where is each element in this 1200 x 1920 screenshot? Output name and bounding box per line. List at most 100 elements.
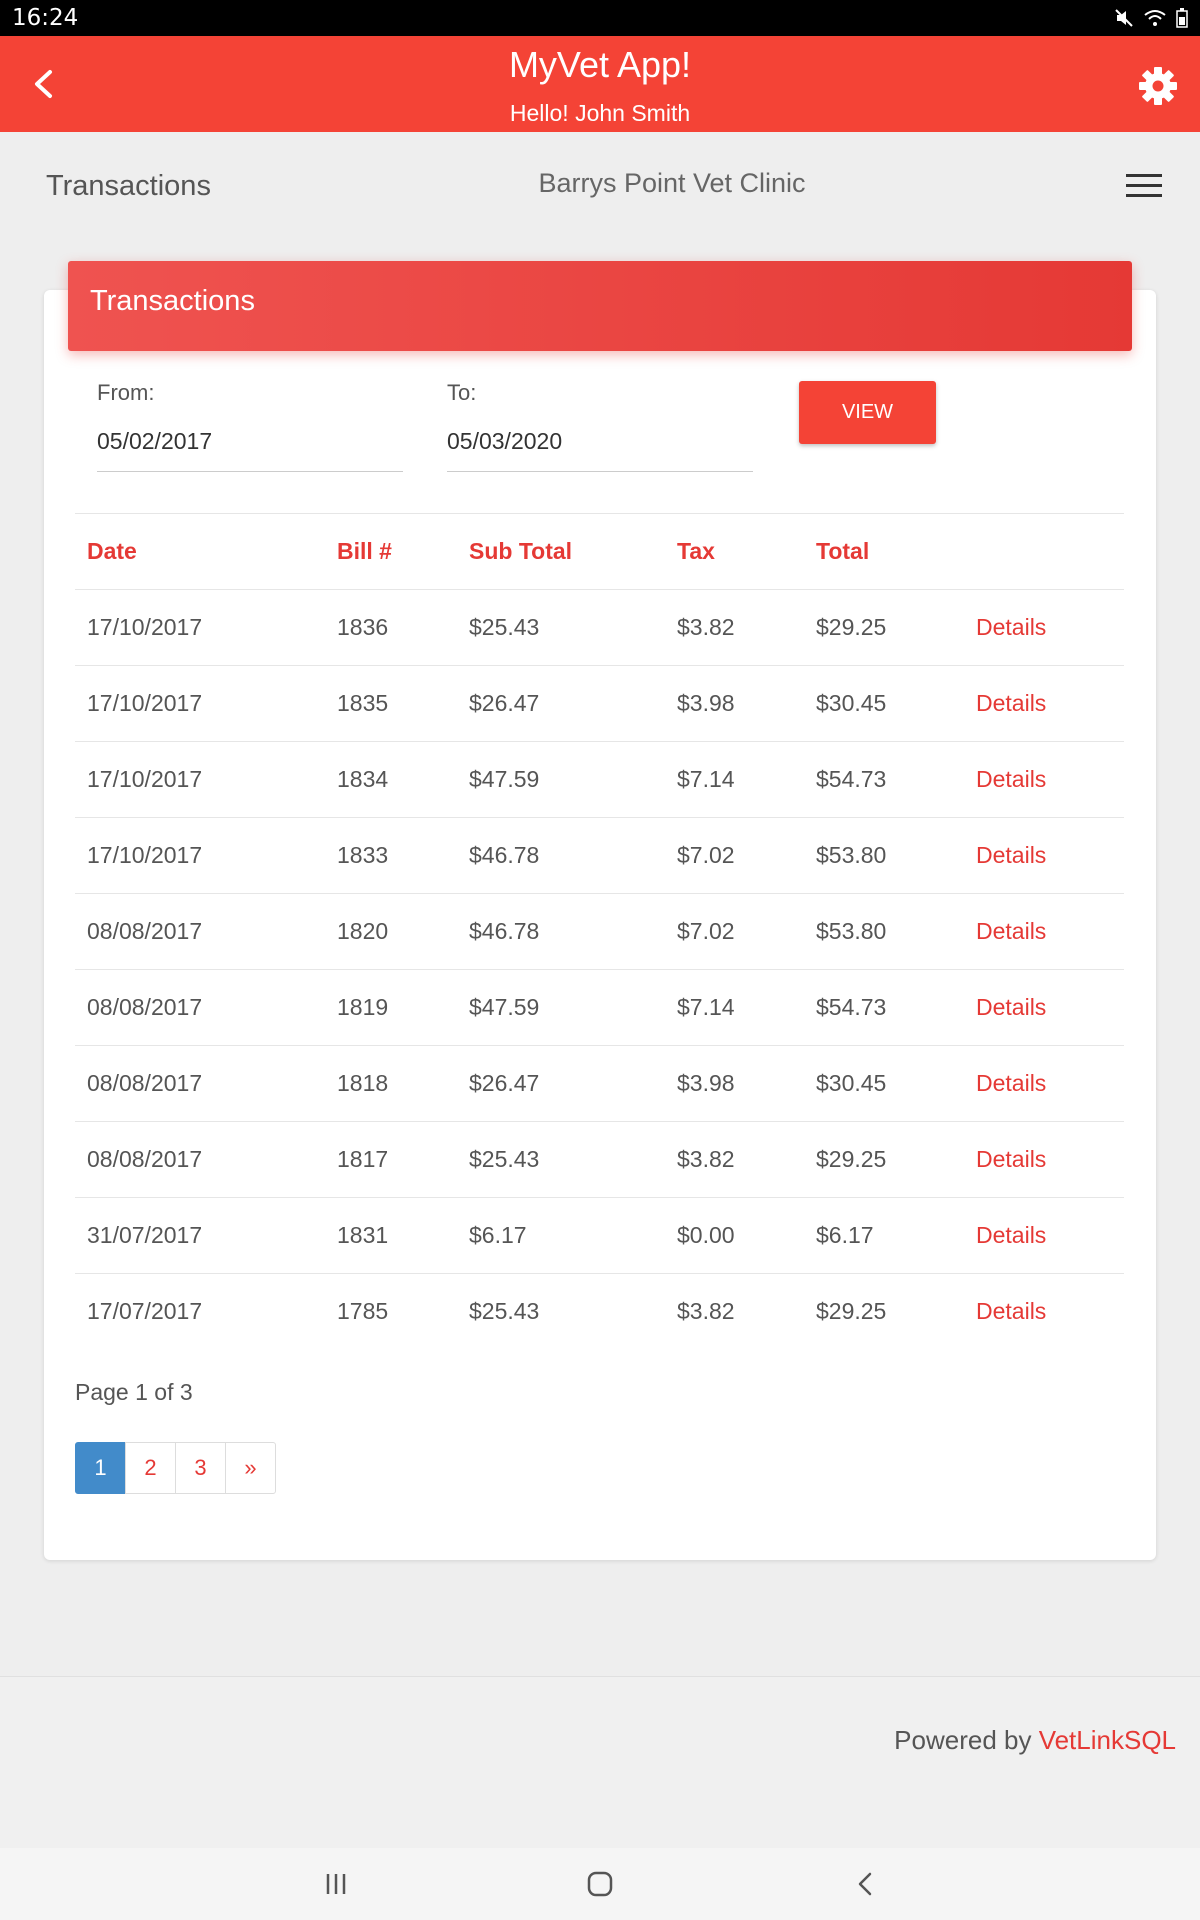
brand-link[interactable]: VetLinkSQL — [1039, 1725, 1176, 1755]
cell-bill-number: 1835 — [325, 665, 457, 742]
page-button-1[interactable]: 1 — [75, 1442, 126, 1494]
gear-icon — [1139, 67, 1177, 105]
table-row: 17/10/2017 1835 $26.47 $3.98 $30.45 Details — [75, 665, 1124, 742]
cell-tax: $3.82 — [665, 1273, 804, 1350]
status-icons — [1114, 8, 1188, 33]
cell-date: 17/10/2017 — [75, 817, 325, 894]
to-date-input[interactable]: 05/03/2020 — [447, 428, 753, 472]
cell-subtotal: $46.78 — [457, 893, 665, 970]
details-link[interactable]: Details — [964, 1045, 1124, 1122]
status-time: 16:24 — [12, 5, 79, 31]
cell-total: $30.45 — [804, 665, 964, 742]
cell-date: 31/07/2017 — [75, 1197, 325, 1274]
battery-icon — [1176, 8, 1188, 33]
table-row: 17/10/2017 1833 $46.78 $7.02 $53.80 Details — [75, 817, 1124, 894]
details-link[interactable]: Details — [964, 1273, 1124, 1350]
cell-tax: $3.82 — [665, 1121, 804, 1198]
column-header-total[interactable]: Total — [804, 513, 964, 590]
cell-bill-number: 1834 — [325, 741, 457, 818]
details-link[interactable]: Details — [964, 589, 1124, 666]
cell-tax: $7.02 — [665, 817, 804, 894]
page-info: Page 1 of 3 — [75, 1379, 193, 1405]
cell-date: 17/10/2017 — [75, 665, 325, 742]
to-field[interactable]: To: 05/03/2020 — [447, 380, 753, 472]
column-header-date[interactable]: Date — [75, 513, 325, 590]
column-header-tax[interactable]: Tax — [665, 513, 804, 590]
cell-bill-number: 1818 — [325, 1045, 457, 1122]
table-header-row: Date Bill # Sub Total Tax Total — [75, 513, 1124, 590]
page-button-2[interactable]: 2 — [125, 1442, 176, 1494]
cell-bill-number: 1831 — [325, 1197, 457, 1274]
cell-tax: $3.98 — [665, 665, 804, 742]
details-link[interactable]: Details — [964, 1121, 1124, 1198]
details-link[interactable]: Details — [964, 665, 1124, 742]
details-link[interactable]: Details — [964, 741, 1124, 818]
home-button[interactable] — [586, 1870, 614, 1903]
cell-tax: $3.82 — [665, 589, 804, 666]
cell-bill-number: 1836 — [325, 589, 457, 666]
footer: Powered by VetLinkSQL — [0, 1676, 1200, 1848]
table-row: 17/07/2017 1785 $25.43 $3.82 $29.25 Details — [75, 1273, 1124, 1350]
home-icon — [587, 1871, 613, 1897]
next-page-button[interactable]: » — [225, 1442, 276, 1494]
cell-subtotal: $46.78 — [457, 817, 665, 894]
transactions-table: Date Bill # Sub Total Tax Total 17/10/20… — [75, 513, 1124, 1350]
to-label: To: — [447, 380, 477, 405]
cell-tax: $0.00 — [665, 1197, 804, 1274]
cell-total: $6.17 — [804, 1197, 964, 1274]
table-row: 17/10/2017 1834 $47.59 $7.14 $54.73 Details — [75, 741, 1124, 818]
cell-bill-number: 1833 — [325, 817, 457, 894]
powered-by-label: Powered by — [894, 1725, 1039, 1755]
cell-subtotal: $47.59 — [457, 969, 665, 1046]
cell-subtotal: $25.43 — [457, 1273, 665, 1350]
cell-total: $53.80 — [804, 893, 964, 970]
details-link[interactable]: Details — [964, 1197, 1124, 1274]
column-header-bill[interactable]: Bill # — [325, 513, 457, 590]
from-label: From: — [97, 380, 155, 405]
clinic-name: Barrys Point Vet Clinic — [538, 168, 806, 198]
system-back-button[interactable] — [852, 1870, 880, 1903]
details-link[interactable]: Details — [964, 969, 1124, 1046]
cell-bill-number: 1820 — [325, 893, 457, 970]
wifi-icon — [1144, 9, 1166, 32]
status-bar: 16:24 — [0, 0, 1200, 36]
from-field[interactable]: From: 05/02/2017 — [97, 380, 403, 472]
hamburger-menu-icon[interactable] — [1126, 174, 1162, 202]
from-date-input[interactable]: 05/02/2017 — [97, 428, 403, 472]
column-header-actions — [964, 513, 1124, 590]
system-nav-bar — [0, 1848, 1200, 1920]
cell-tax: $7.14 — [665, 969, 804, 1046]
cell-subtotal: $26.47 — [457, 665, 665, 742]
details-link[interactable]: Details — [964, 817, 1124, 894]
cell-total: $30.45 — [804, 1045, 964, 1122]
card-title: Transactions — [68, 261, 1132, 351]
back-icon — [858, 1872, 872, 1896]
mute-icon — [1114, 8, 1134, 33]
recent-apps-button[interactable] — [322, 1870, 350, 1903]
cell-total: $29.25 — [804, 1273, 964, 1350]
settings-button[interactable] — [1136, 64, 1180, 108]
column-header-subtotal[interactable]: Sub Total — [457, 513, 665, 590]
table-row: 08/08/2017 1820 $46.78 $7.02 $53.80 Details — [75, 893, 1124, 970]
details-link[interactable]: Details — [964, 893, 1124, 970]
cell-total: $53.80 — [804, 817, 964, 894]
table-row: 31/07/2017 1831 $6.17 $0.00 $6.17 Details — [75, 1197, 1124, 1274]
greeting: Hello! John Smith — [509, 100, 691, 126]
page-button-3[interactable]: 3 — [175, 1442, 226, 1494]
sub-header: Transactions Barrys Point Vet Clinic — [0, 132, 1200, 242]
cell-tax: $7.02 — [665, 893, 804, 970]
cell-bill-number: 1817 — [325, 1121, 457, 1198]
cell-subtotal: $6.17 — [457, 1197, 665, 1274]
cell-date: 08/08/2017 — [75, 969, 325, 1046]
cell-total: $29.25 — [804, 589, 964, 666]
cell-total: $54.73 — [804, 969, 964, 1046]
cell-tax: $7.14 — [665, 741, 804, 818]
app-bar: MyVet App! Hello! John Smith — [0, 36, 1200, 132]
cell-subtotal: $26.47 — [457, 1045, 665, 1122]
pagination: 1 2 3 » — [75, 1442, 276, 1494]
cell-bill-number: 1785 — [325, 1273, 457, 1350]
cell-bill-number: 1819 — [325, 969, 457, 1046]
table-row: 08/08/2017 1817 $25.43 $3.82 $29.25 Details — [75, 1121, 1124, 1198]
cell-total: $54.73 — [804, 741, 964, 818]
view-button[interactable]: VIEW — [799, 381, 936, 444]
